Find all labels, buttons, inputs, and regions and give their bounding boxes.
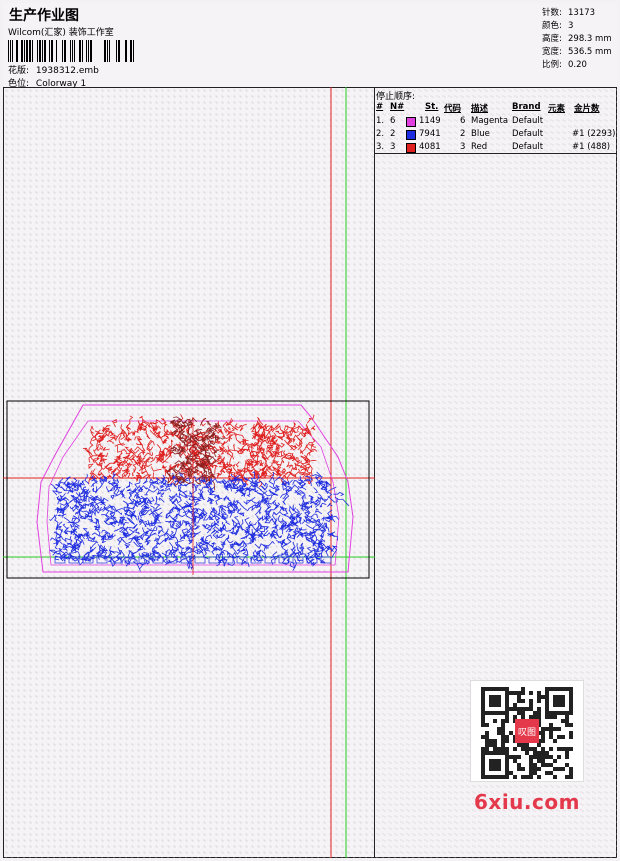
row-1-code: 6 [460,116,466,126]
stat-stitches: 针数: 13173 [542,8,596,18]
row-2-brand: Default [512,129,544,139]
qr-badge-text: 叹图 [518,727,536,738]
header-info: 生产作业图 Wilcom(汇家) 装饰工作室 花版: 1938312.emb 色… [3,3,540,89]
col-needle: N# [390,102,405,112]
row-3-code: 3 [460,142,466,152]
row-3-desc: Red [471,142,488,152]
col-sequin: 金片数 [574,104,600,114]
row-2-desc: Blue [471,129,490,139]
row-1-idx: 1. [376,116,385,126]
col-brand: Brand [512,102,541,112]
row-1-brand: Default [512,116,544,126]
row-3-sequin: #1 (488) [572,142,611,152]
col-index: # [376,102,384,112]
row-3-idx: 3. [376,142,385,152]
row-3-color-swatch [406,143,416,153]
row-3-brand: Default [512,142,544,152]
row-2-n: 2 [390,129,396,139]
stop-sequence-title: 停止顺序: [376,92,416,102]
design-label: 花版: [8,66,30,76]
col-stitches: St. [425,102,439,112]
row-2-color-swatch [406,130,416,140]
watermark-site: 6xiu.com [474,790,580,814]
stat-scale: 比例: 0.20 [542,60,587,70]
row-1-color-swatch [406,117,416,127]
row-1-n: 6 [390,116,396,126]
col-element: 元素 [548,104,566,114]
row-2-st: 7941 [419,129,441,139]
row-2-idx: 2. [376,129,385,139]
design-file-row: 花版: 1938312.emb [8,63,99,76]
design-canvas [3,87,375,858]
row-1-st: 1149 [419,116,441,126]
row-2-code: 2 [460,129,466,139]
design-file: 1938312.emb [35,66,99,76]
row-1-desc: Magenta [471,116,509,126]
embroidery-preview [3,87,375,858]
barcode [8,40,134,62]
design-stats: 针数: 13173 颜色: 3 高度: 298.3 mm 宽度: 536.5 mm 比例… [539,3,617,88]
stat-colors: 颜色: 3 [542,21,574,31]
qr-code: 叹图 [470,680,584,782]
col-description: 描述 [471,104,489,114]
page-title: 生产作业图 [9,8,79,24]
row-3-st: 4081 [419,142,441,152]
panel-divider [374,153,617,154]
col-code: 代码 [444,104,462,114]
stat-width: 宽度: 536.5 mm [542,47,612,57]
row-2-sequin: #1 (2293) [572,129,616,139]
company-name: Wilcom(汇家) 装饰工作室 [8,28,114,38]
row-3-n: 3 [390,142,396,152]
stitch-pattern [48,414,350,572]
stat-height: 高度: 298.3 mm [542,34,612,44]
